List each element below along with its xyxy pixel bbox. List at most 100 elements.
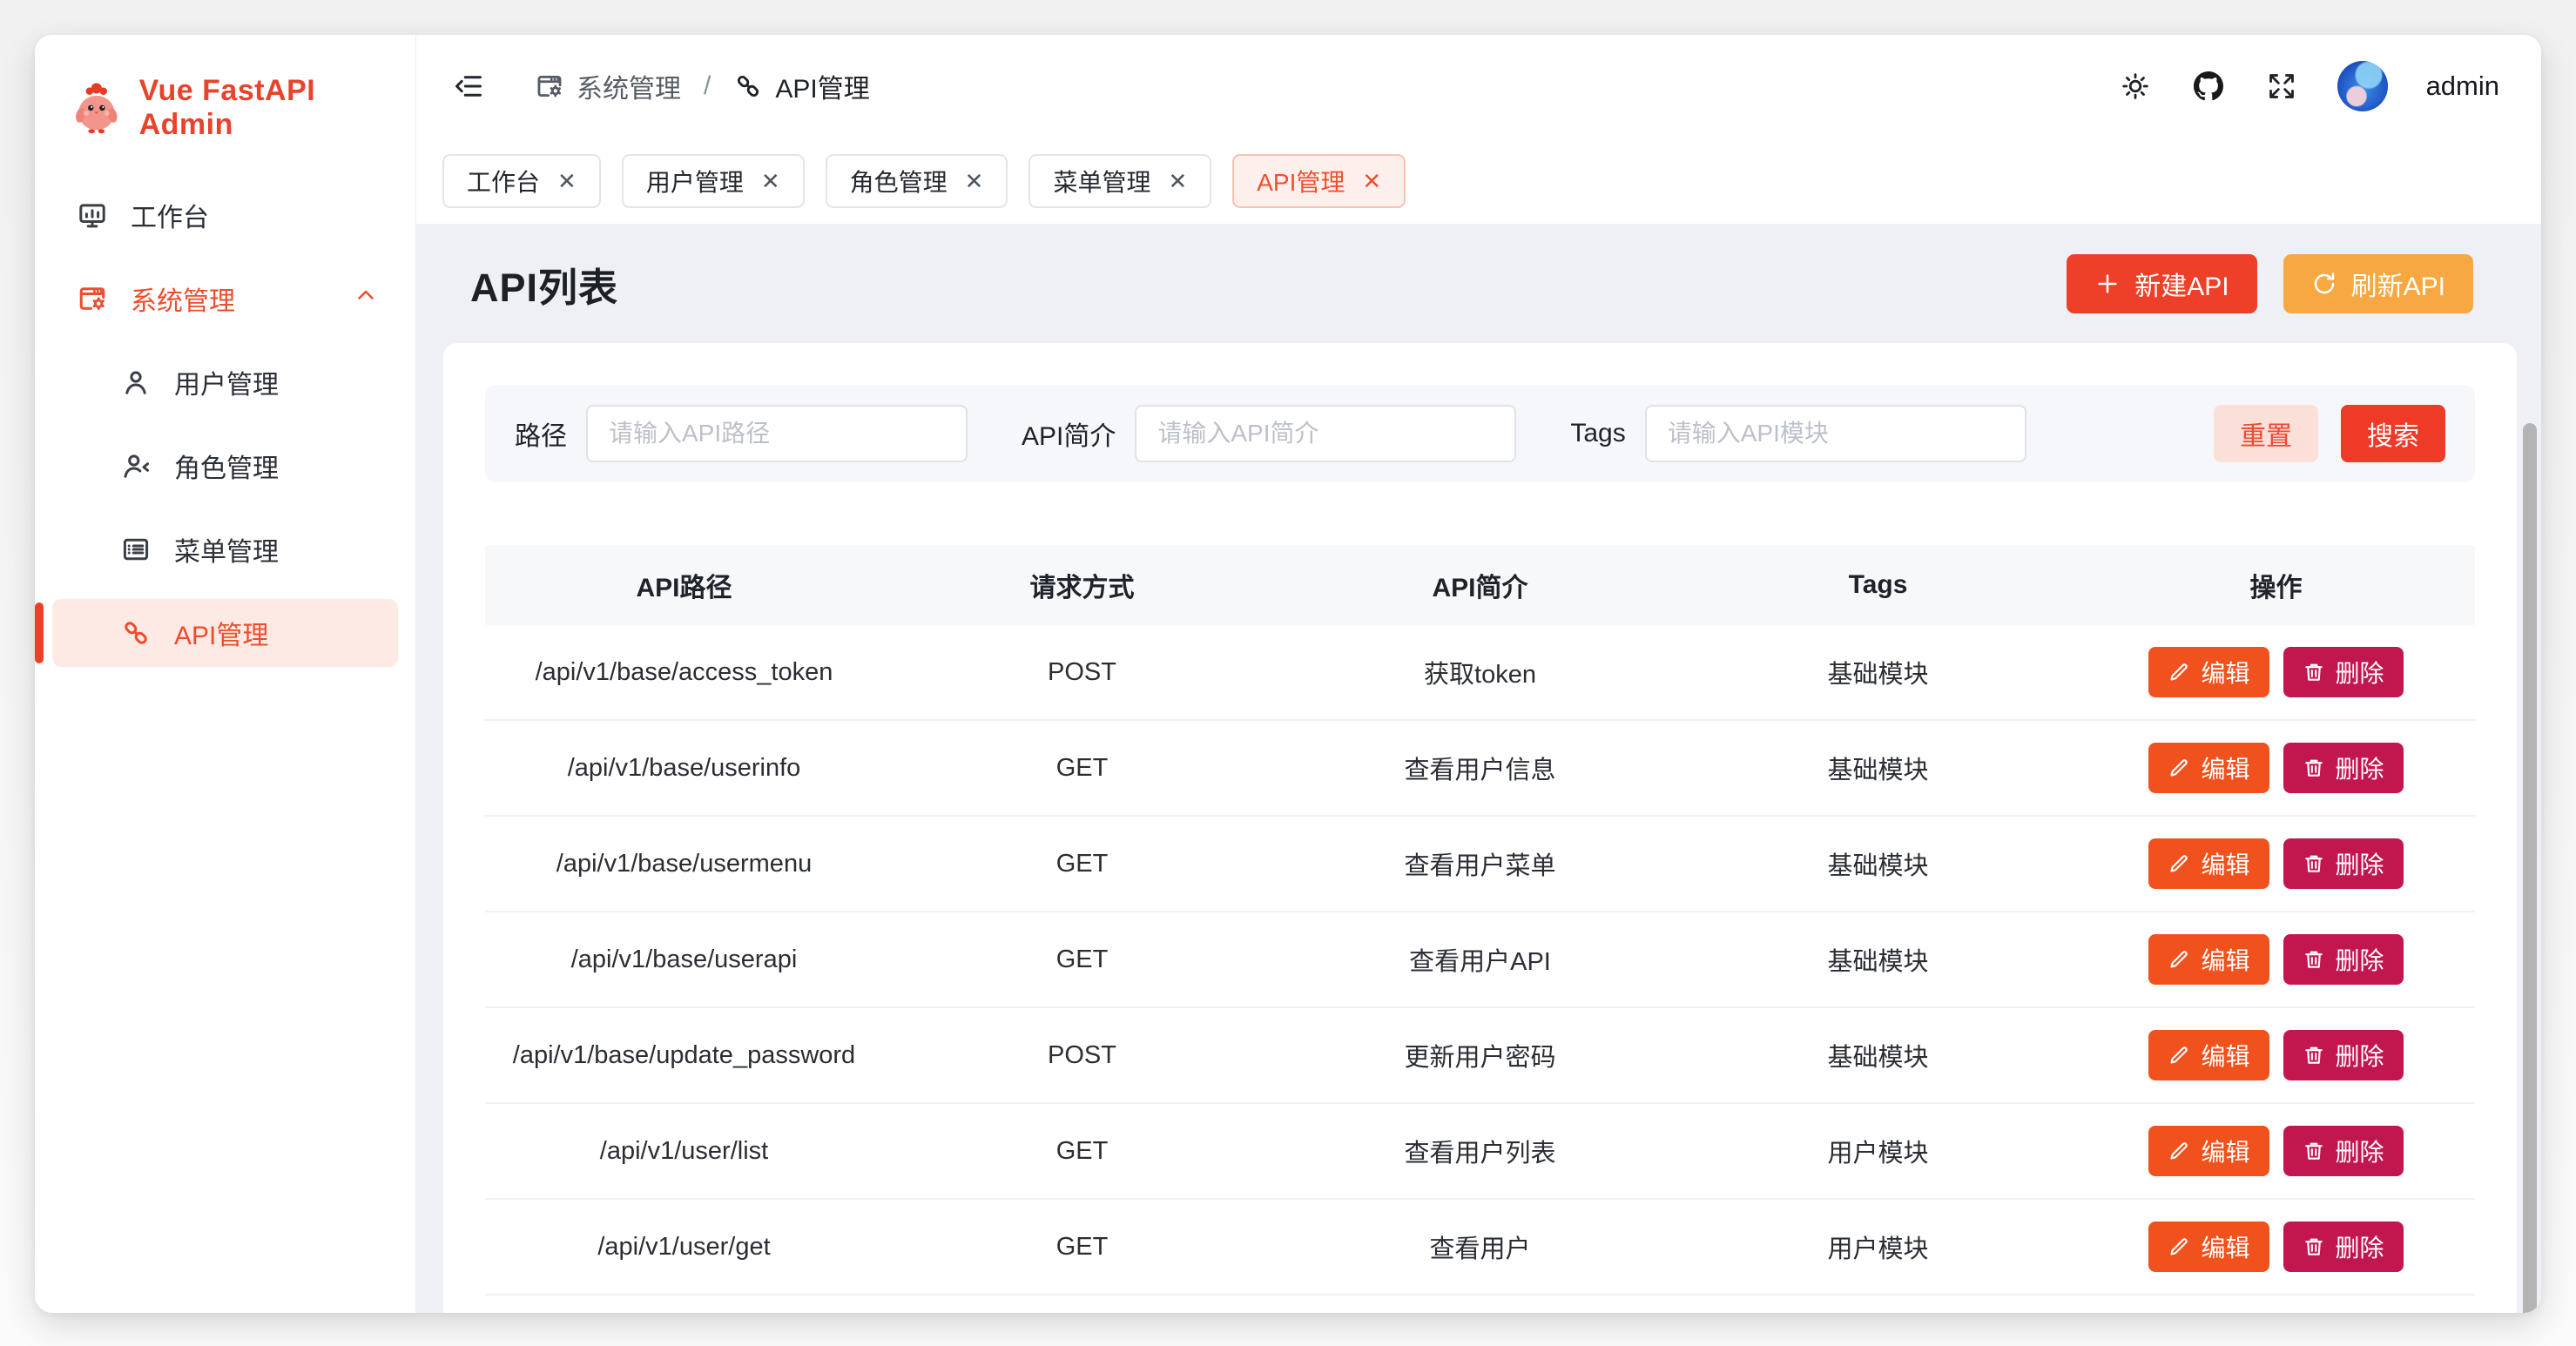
system-icon: [77, 283, 108, 314]
table-header: API路径请求方式API简介Tags操作: [485, 545, 2475, 625]
table-row: /api/v1/base/update_password POST 更新用户密码…: [485, 1008, 2475, 1104]
tab-close-icon[interactable]: ✕: [965, 170, 984, 192]
summary-filter-input[interactable]: [1135, 405, 1516, 462]
delete-button[interactable]: 删除: [2283, 934, 2404, 985]
refresh-api-button[interactable]: 刷新API: [2283, 254, 2473, 313]
tab-chip-API管理[interactable]: API管理 ✕: [1232, 154, 1406, 208]
api-list-card: 路径 API简介 Tags 重置 搜索 API路径请求方式API简介Tags操作…: [443, 343, 2517, 1313]
trash-icon: [2303, 661, 2325, 683]
sidebar: Vue FastAPI Admin 工作台 系统管理 用户管理 角色管理 菜单管…: [35, 35, 416, 1313]
column-header-请求方式: 请求方式: [883, 566, 1281, 604]
trash-icon: [2303, 1235, 2325, 1258]
table-row: /api/v1/user/get GET 查看用户 用户模块 编辑 删除: [485, 1200, 2475, 1296]
top-header: 系统管理 / API管理 admin: [416, 35, 2541, 138]
edit-button[interactable]: 编辑: [2148, 934, 2269, 985]
tab-chip-用户管理[interactable]: 用户管理 ✕: [622, 154, 805, 208]
edit-button[interactable]: 编辑: [2148, 743, 2269, 793]
edit-button[interactable]: 编辑: [2148, 647, 2269, 697]
table-row-partial: [485, 1296, 2475, 1313]
sidebar-subitem-菜单管理[interactable]: 菜单管理: [52, 515, 398, 583]
edit-button[interactable]: 编辑: [2148, 1126, 2269, 1176]
cell-summary: 获取token: [1281, 654, 1679, 690]
tab-chip-角色管理[interactable]: 角色管理 ✕: [826, 154, 1008, 208]
breadcrumb-label: API管理: [775, 67, 869, 105]
sidebar-item-label: 工作台: [131, 196, 209, 234]
tab-chip-菜单管理[interactable]: 菜单管理 ✕: [1028, 154, 1211, 208]
sidebar-subitem-label: 角色管理: [174, 447, 279, 485]
username[interactable]: admin: [2426, 71, 2499, 102]
delete-button[interactable]: 删除: [2283, 1030, 2404, 1080]
tab-chip-工作台[interactable]: 工作台 ✕: [442, 154, 601, 208]
cell-tags: 基础模块: [1679, 1037, 2077, 1073]
brand[interactable]: Vue FastAPI Admin: [35, 66, 415, 150]
menu-list-icon: [120, 534, 152, 565]
cell-api-path: /api/v1/user/get: [485, 1233, 883, 1262]
title-actions: 新建API 刷新API: [2067, 254, 2515, 313]
tab-close-icon[interactable]: ✕: [1362, 170, 1381, 192]
cell-summary: 查看用户: [1281, 1228, 1679, 1265]
plug-icon: [733, 71, 763, 101]
sidebar-item-workbench[interactable]: 工作台: [52, 181, 398, 249]
pencil-icon: [2168, 1235, 2190, 1258]
tags-filter-label: Tags: [1570, 419, 1625, 448]
edit-button[interactable]: 编辑: [2148, 1030, 2269, 1080]
pencil-icon: [2168, 852, 2190, 875]
cell-summary: 查看用户信息: [1281, 750, 1679, 786]
cell-tags: 用户模块: [1679, 1228, 2077, 1265]
sidebar-subitem-label: 用户管理: [174, 363, 279, 401]
delete-button[interactable]: 删除: [2283, 838, 2404, 889]
plug-icon: [120, 617, 152, 649]
github-icon[interactable]: [2191, 69, 2226, 104]
delete-button[interactable]: 删除: [2283, 1126, 2404, 1176]
tabs-bar: 工作台 ✕ 用户管理 ✕ 角色管理 ✕ 菜单管理 ✕ API管理 ✕: [416, 138, 2541, 225]
edit-button[interactable]: 编辑: [2148, 838, 2269, 889]
tab-close-icon[interactable]: ✕: [557, 170, 577, 192]
tab-close-icon[interactable]: ✕: [761, 170, 780, 192]
pencil-icon: [2168, 757, 2190, 779]
delete-button[interactable]: 删除: [2283, 647, 2404, 697]
api-table: API路径请求方式API简介Tags操作 /api/v1/base/access…: [485, 545, 2475, 1313]
avatar[interactable]: [2337, 61, 2388, 111]
sidebar-submenu: 用户管理 角色管理 菜单管理 API管理: [35, 348, 415, 667]
sidebar-subitem-角色管理[interactable]: 角色管理: [52, 432, 398, 500]
tags-filter-input[interactable]: [1645, 405, 2026, 462]
cell-tags: 基础模块: [1679, 941, 2077, 978]
delete-button[interactable]: 删除: [2283, 1221, 2404, 1272]
tab-label: API管理: [1257, 164, 1345, 199]
breadcrumb-label: 系统管理: [577, 67, 681, 105]
summary-filter-label: API简介: [1022, 414, 1116, 453]
edit-button[interactable]: 编辑: [2148, 1221, 2269, 1272]
tab-label: 用户管理: [646, 164, 744, 199]
table-row: /api/v1/base/userinfo GET 查看用户信息 基础模块 编辑…: [485, 721, 2475, 817]
cell-summary: 更新用户密码: [1281, 1037, 1679, 1073]
reset-button[interactable]: 重置: [2214, 405, 2318, 462]
cell-method: GET: [883, 1137, 1281, 1166]
fullscreen-icon[interactable]: [2264, 69, 2299, 104]
path-filter-input[interactable]: [586, 405, 968, 462]
cell-summary: 查看用户菜单: [1281, 845, 1679, 882]
cell-api-path: /api/v1/user/list: [485, 1137, 883, 1166]
tab-close-icon[interactable]: ✕: [1168, 170, 1187, 192]
table-body: /api/v1/base/access_token POST 获取token 基…: [485, 625, 2475, 1313]
sidebar-item-label: 系统管理: [131, 279, 235, 318]
delete-button[interactable]: 删除: [2283, 743, 2404, 793]
breadcrumb-api[interactable]: API管理: [733, 67, 869, 105]
table-row: /api/v1/base/usermenu GET 查看用户菜单 基础模块 编辑…: [485, 817, 2475, 912]
trash-icon: [2303, 1140, 2325, 1162]
cell-actions: 编辑 删除: [2077, 1221, 2475, 1272]
column-header-API路径: API路径: [485, 566, 883, 604]
sidebar-menu: 工作台 系统管理 用户管理 角色管理 菜单管理 API管理: [35, 181, 415, 667]
sidebar-item-system[interactable]: 系统管理: [52, 265, 398, 333]
menu-fold-icon[interactable]: [451, 69, 486, 104]
cell-actions: 编辑 删除: [2077, 1030, 2475, 1080]
scrollbar-thumb[interactable]: [2523, 423, 2537, 1313]
breadcrumb-system[interactable]: 系统管理: [535, 67, 681, 105]
search-button[interactable]: 搜索: [2341, 405, 2445, 462]
sidebar-subitem-API管理[interactable]: API管理: [52, 599, 398, 667]
create-api-button[interactable]: 新建API: [2067, 254, 2256, 313]
sidebar-subitem-label: 菜单管理: [174, 530, 279, 569]
create-api-label: 新建API: [2134, 265, 2229, 303]
sidebar-subitem-用户管理[interactable]: 用户管理: [52, 348, 398, 416]
theme-sun-icon[interactable]: [2118, 69, 2153, 104]
column-header-操作: 操作: [2077, 566, 2475, 604]
